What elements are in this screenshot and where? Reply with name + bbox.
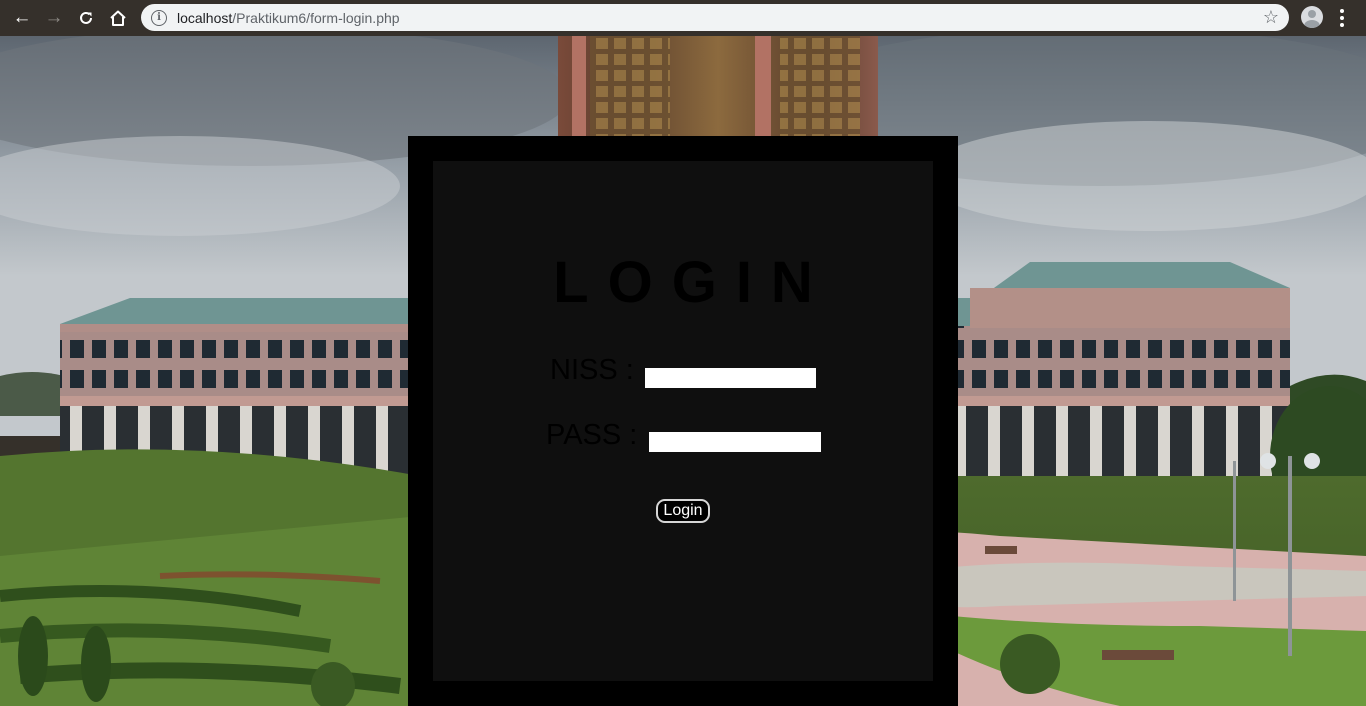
login-button[interactable]: Login bbox=[656, 499, 710, 523]
browser-toolbar: ← → i localhost/Praktikum6/form-login.ph… bbox=[0, 0, 1366, 36]
profile-icon[interactable] bbox=[1301, 6, 1323, 28]
login-form: LOGIN NISS : PASS : Login bbox=[433, 161, 933, 681]
niss-input[interactable] bbox=[645, 368, 816, 388]
star-icon[interactable]: ☆ bbox=[1263, 7, 1279, 28]
url-path: /Praktikum6/form-login.php bbox=[232, 9, 400, 26]
address-bar[interactable]: i localhost/Praktikum6/form-login.php ☆ bbox=[141, 4, 1289, 31]
login-title: LOGIN bbox=[553, 250, 832, 315]
login-frame: LOGIN NISS : PASS : Login bbox=[408, 136, 958, 706]
page-viewport: LOGIN NISS : PASS : Login bbox=[0, 36, 1366, 706]
niss-label: NISS : bbox=[550, 354, 634, 386]
forward-arrow-icon[interactable]: → bbox=[38, 2, 70, 34]
info-icon[interactable]: i bbox=[151, 9, 167, 26]
pass-label: PASS : bbox=[546, 419, 638, 451]
home-icon[interactable] bbox=[102, 2, 134, 34]
url-text[interactable]: localhost/Praktikum6/form-login.php bbox=[177, 10, 400, 26]
pass-input[interactable] bbox=[649, 432, 821, 452]
url-host: localhost bbox=[177, 9, 233, 26]
back-arrow-icon[interactable]: ← bbox=[6, 2, 38, 34]
reload-icon[interactable] bbox=[70, 2, 102, 34]
kebab-menu-icon[interactable] bbox=[1340, 9, 1344, 30]
